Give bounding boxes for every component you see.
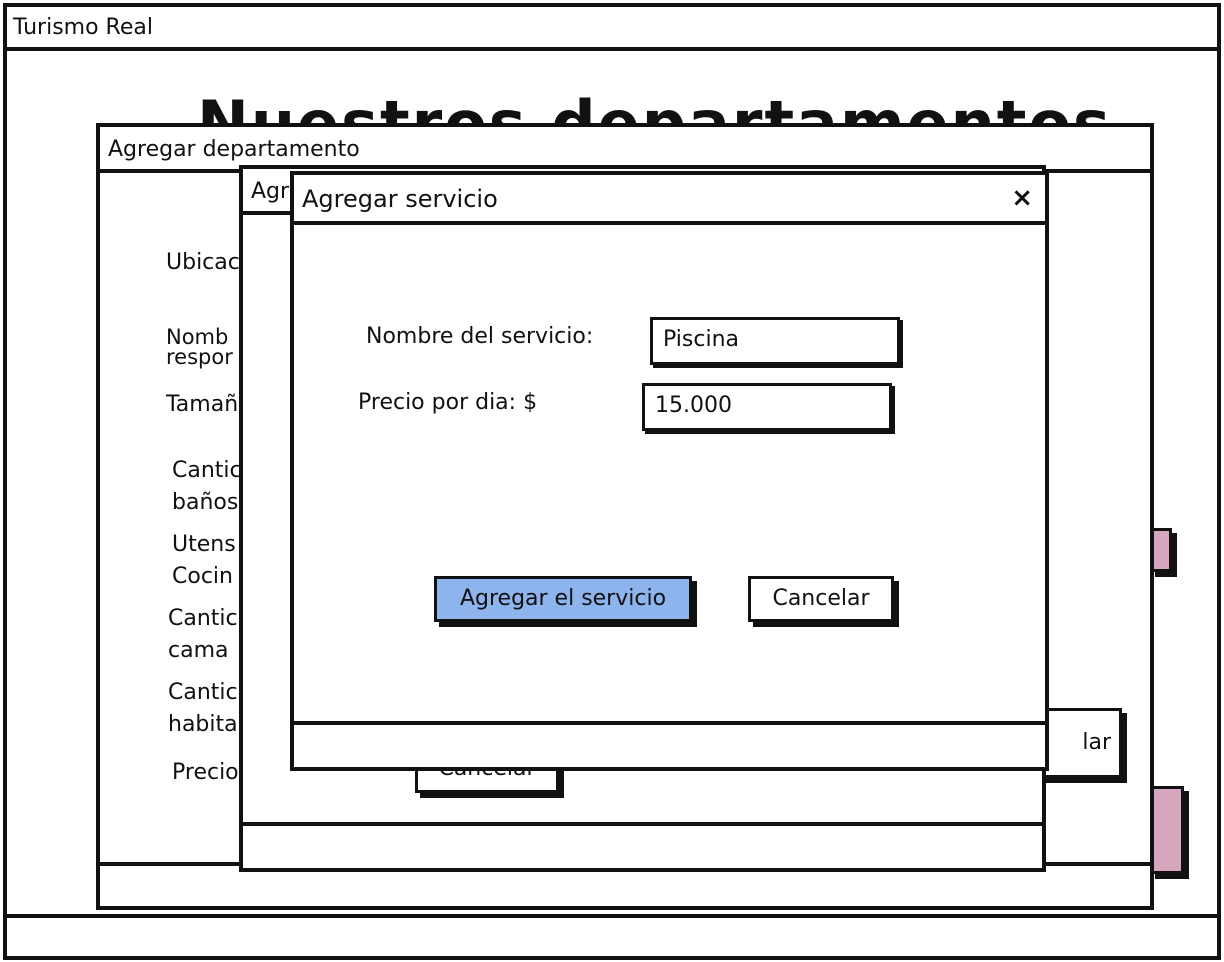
add-service-label: Agregar el servicio — [459, 586, 667, 611]
precio-dia-input[interactable]: 15.000 — [642, 383, 892, 431]
label-precio: Precio — [172, 760, 239, 785]
cancel-service-button[interactable]: Cancelar — [748, 576, 894, 622]
pink-button-bottom[interactable] — [1150, 786, 1184, 874]
label-ubicacion: Ubicac — [166, 250, 240, 275]
label-cantidad-habitaciones: Cantic habita — [168, 680, 238, 737]
dialog-departamento-cancel-label: lar — [1082, 730, 1111, 755]
main-titlebar: Turismo Real — [7, 7, 1217, 51]
dialog-servicio-titlebar: Agregar servicio × — [294, 175, 1045, 225]
label-nombre-servicio: Nombre del servicio: — [366, 324, 594, 349]
dialog-middle-title: Agr — [251, 179, 290, 204]
label-nombre-responsable: Nomb respor — [166, 325, 233, 369]
label-tamano: Tamañ — [166, 392, 239, 417]
label-precio-dia: Precio por dia: $ — [358, 390, 538, 415]
add-service-button[interactable]: Agregar el servicio — [434, 576, 692, 622]
dialog-departamento-title: Agregar departamento — [108, 137, 360, 162]
dialog-departamento-cancel-button[interactable]: lar — [1040, 708, 1122, 778]
dialog-agregar-servicio: Agregar servicio × Nombre del servicio: … — [290, 171, 1049, 771]
nombre-servicio-input[interactable]: Piscina — [650, 317, 900, 365]
main-statusbar — [7, 914, 1217, 956]
close-icon[interactable]: × — [1011, 183, 1033, 213]
dialog-servicio-title: Agregar servicio — [302, 185, 498, 213]
label-cantidad-banos: Cantic baños — [172, 458, 242, 515]
label-utensilios-cocina: Utens Cocin — [172, 532, 236, 589]
cancel-service-label: Cancelar — [772, 586, 870, 611]
app-title: Turismo Real — [13, 15, 153, 40]
label-cantidad-camas: Cantic cama — [168, 606, 238, 663]
dialog-servicio-footer — [294, 721, 1045, 767]
dialog-middle-footer — [243, 822, 1042, 868]
